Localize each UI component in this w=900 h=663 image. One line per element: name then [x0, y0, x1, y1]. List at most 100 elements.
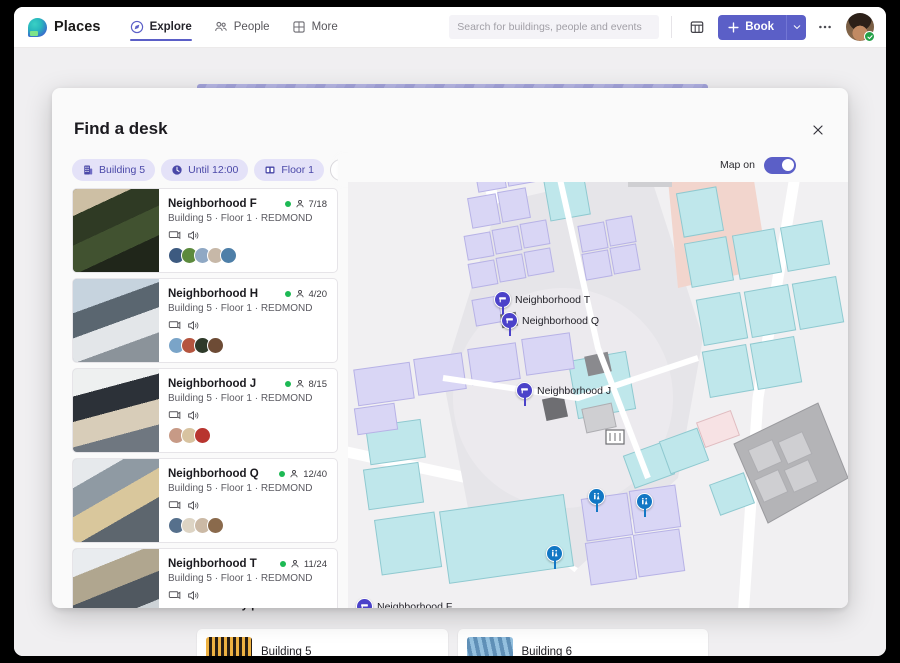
- nav-label-more: More: [312, 21, 338, 33]
- floor-icon: [264, 164, 276, 176]
- header-divider: [671, 16, 672, 38]
- dialog-title: Find a desk: [74, 119, 168, 139]
- map-amenity-pin[interactable]: [546, 545, 563, 562]
- occupancy-indicator: 7/18: [285, 199, 328, 210]
- building-thumbnail: [467, 637, 513, 656]
- map-toggle-switch[interactable]: [764, 157, 796, 174]
- nav-item-more[interactable]: More: [283, 7, 347, 47]
- book-button-label: Book: [745, 21, 774, 33]
- status-available-dot: [279, 471, 285, 477]
- neighborhood-card[interactable]: Neighborhood H 4/20 Building 5 · Floor 1…: [72, 278, 338, 363]
- speaker-icon: [187, 409, 200, 422]
- amenity-icons: [168, 589, 327, 602]
- compass-icon: [130, 20, 144, 34]
- close-dialog-button[interactable]: [804, 116, 832, 144]
- search-input[interactable]: [449, 15, 659, 39]
- map-pin-neighborhood-j[interactable]: Neighborhood J: [516, 382, 611, 399]
- occupancy-value: 11/24: [304, 559, 327, 570]
- nearby-card-building-6[interactable]: Building 6: [458, 629, 709, 656]
- person-icon: [295, 379, 305, 389]
- person-icon: [295, 289, 305, 299]
- neighborhood-card[interactable]: Neighborhood T 11/24 Building 5 · Floor …: [72, 548, 338, 608]
- neighborhood-photo: [73, 369, 159, 452]
- display-icon: [168, 229, 181, 242]
- map-amenity-pin[interactable]: [588, 488, 605, 505]
- attendee-avatars: [168, 337, 327, 354]
- map-pin-label: Neighborhood T: [515, 294, 590, 306]
- avatar: [207, 337, 224, 354]
- amenity-icons: [168, 229, 327, 242]
- neighborhood-location: Building 5 · Floor 1 · REDMOND: [168, 483, 327, 494]
- amenity-icons: [168, 409, 327, 422]
- nav-label-explore: Explore: [150, 21, 192, 33]
- book-split-button: Book: [718, 15, 806, 40]
- occupancy-value: 4/20: [309, 289, 328, 300]
- book-button[interactable]: Book: [718, 15, 786, 40]
- neighborhood-details: Neighborhood J 8/15 Building 5 · Floor 1…: [159, 369, 337, 452]
- neighborhood-name: Neighborhood J: [168, 378, 256, 390]
- filter-chip-capacity[interactable]: Capa: [330, 159, 338, 181]
- map-toggle-bar: Map on: [348, 148, 848, 182]
- calendar-icon: [689, 19, 705, 35]
- speaker-icon: [187, 589, 200, 602]
- floor-map[interactable]: Neighborhood T Neighborhood Q Neighborho…: [348, 148, 848, 608]
- user-avatar[interactable]: [846, 13, 874, 41]
- app-header: Places Explore People: [14, 7, 886, 48]
- building-icon: [82, 164, 94, 176]
- neighborhood-photo: [73, 189, 159, 272]
- display-icon: [168, 589, 181, 602]
- nearby-card-label: Building 6: [522, 646, 573, 656]
- attendee-avatars: [168, 517, 327, 534]
- attendee-avatars: [168, 427, 327, 444]
- desk-results-list[interactable]: Neighborhood F 7/18 Building 5 · Floor 1…: [72, 188, 338, 608]
- occupancy-indicator: 8/15: [285, 379, 328, 390]
- close-icon: [811, 123, 825, 137]
- person-icon: [290, 559, 300, 569]
- neighborhood-details: Neighborhood H 4/20 Building 5 · Floor 1…: [159, 279, 337, 362]
- neighborhood-card[interactable]: Neighborhood F 7/18 Building 5 · Floor 1…: [72, 188, 338, 273]
- neighborhood-photo: [73, 459, 159, 542]
- status-available-dot: [285, 291, 291, 297]
- map-pin-neighborhood-f[interactable]: Neighborhood F: [356, 598, 452, 608]
- map-pin-label: Neighborhood Q: [522, 315, 599, 327]
- nav-item-people[interactable]: People: [205, 7, 279, 47]
- neighborhood-card[interactable]: Neighborhood J 8/15 Building 5 · Floor 1…: [72, 368, 338, 453]
- filter-chip-building[interactable]: Building 5: [72, 159, 155, 181]
- people-icon: [214, 20, 228, 34]
- map-toggle-label: Map on: [720, 159, 755, 171]
- building-thumbnail: [206, 637, 252, 656]
- neighborhood-name: Neighborhood T: [168, 558, 257, 570]
- person-icon: [295, 199, 305, 209]
- speaker-icon: [187, 229, 200, 242]
- filter-chip-floor[interactable]: Floor 1: [254, 159, 324, 181]
- desk-icon: [516, 382, 533, 399]
- occupancy-value: 8/15: [309, 379, 328, 390]
- occupancy-indicator: 4/20: [285, 289, 328, 300]
- neighborhood-location: Building 5 · Floor 1 · REDMOND: [168, 303, 327, 314]
- neighborhood-name: Neighborhood H: [168, 288, 258, 300]
- filter-chip-time[interactable]: Until 12:00: [161, 159, 248, 181]
- map-pin-neighborhood-t[interactable]: Neighborhood T: [494, 291, 590, 308]
- filter-chip-bar: Building 5 Until 12:00 Floor 1: [72, 157, 338, 183]
- neighborhood-card[interactable]: Neighborhood Q 12/40 Building 5 · Floor …: [72, 458, 338, 543]
- neighborhood-location: Building 5 · Floor 1 · REDMOND: [168, 573, 327, 584]
- neighborhood-photo: [73, 549, 159, 608]
- check-icon: [867, 34, 873, 40]
- map-amenity-pin[interactable]: [636, 493, 653, 510]
- chevron-down-icon: [792, 22, 802, 32]
- neighborhood-details: Neighborhood Q 12/40 Building 5 · Floor …: [159, 459, 337, 542]
- map-pin-neighborhood-q[interactable]: Neighborhood Q: [501, 312, 599, 329]
- neighborhood-name: Neighborhood Q: [168, 468, 259, 480]
- restroom-icon: [588, 488, 605, 505]
- calendar-button[interactable]: [684, 14, 710, 40]
- neighborhood-details: Neighborhood T 11/24 Building 5 · Floor …: [159, 549, 337, 608]
- book-dropdown-button[interactable]: [786, 15, 806, 40]
- occupancy-value: 7/18: [309, 199, 328, 210]
- more-options-button[interactable]: [812, 14, 838, 40]
- nearby-card-building-5[interactable]: Building 5: [197, 629, 448, 656]
- nav-item-explore[interactable]: Explore: [121, 7, 201, 47]
- display-icon: [168, 499, 181, 512]
- clock-icon: [171, 164, 183, 176]
- speaker-icon: [187, 499, 200, 512]
- status-available-dot: [285, 381, 291, 387]
